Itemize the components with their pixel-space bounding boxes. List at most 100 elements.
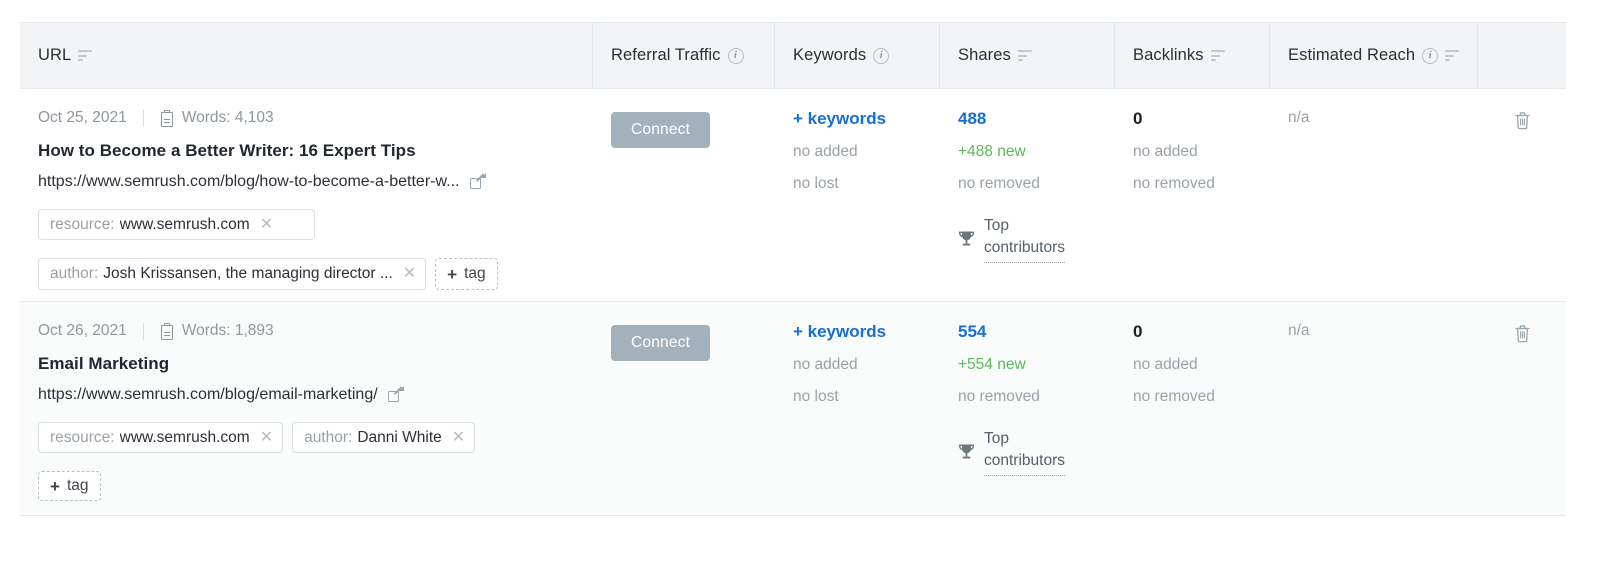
estimated-reach-value: n/a — [1288, 322, 1310, 339]
divider — [142, 322, 144, 340]
cell-estimated-reach: n/a — [1270, 302, 1478, 515]
row-meta: Oct 25, 2021 Words: 4,103 — [38, 109, 575, 127]
top-contributors-line1: Top — [984, 217, 1009, 234]
top-contributors-line2: contributors — [984, 239, 1065, 257]
external-link-icon[interactable] — [387, 388, 402, 402]
column-header-keywords[interactable]: Keywords i — [775, 23, 940, 88]
tag-remove-icon[interactable]: ✕ — [260, 429, 273, 446]
tag-chip[interactable]: author: Josh Krissansen, the managing di… — [38, 258, 427, 290]
article-url[interactable]: https://www.semrush.com/blog/email-marke… — [38, 386, 378, 404]
add-tag-label: tag — [66, 477, 89, 495]
backlinks-removed: no removed — [1133, 388, 1215, 405]
trophy-icon — [958, 443, 975, 461]
column-header-referral-traffic[interactable]: Referral Traffic i — [593, 23, 775, 88]
delete-icon[interactable] — [1514, 111, 1531, 130]
publish-date: Oct 26, 2021 — [38, 322, 127, 339]
tag-remove-icon[interactable]: ✕ — [452, 429, 465, 446]
top-contributors[interactable]: Top contributors — [958, 215, 1097, 263]
cell-referral-traffic: Connect — [593, 89, 775, 301]
keywords-lost: no lost — [793, 388, 839, 405]
shares-removed: no removed — [958, 388, 1040, 405]
add-tag-button[interactable]: + tag — [38, 471, 101, 502]
top-contributors-line1: Top — [984, 430, 1009, 447]
column-header-referral-traffic-label: Referral Traffic — [611, 46, 721, 64]
trophy-icon — [958, 230, 975, 248]
publish-date: Oct 25, 2021 — [38, 109, 127, 126]
article-url[interactable]: https://www.semrush.com/blog/how-to-beco… — [38, 173, 460, 191]
add-keywords-link[interactable]: + keywords — [793, 109, 922, 129]
shares-removed: no removed — [958, 175, 1040, 192]
info-icon[interactable]: i — [873, 47, 890, 64]
info-icon[interactable]: i — [727, 47, 744, 64]
divider — [142, 109, 144, 127]
tag-list: resource: www.semrush.com ✕ author: Josh… — [38, 209, 575, 290]
tag-value: www.semrush.com — [119, 429, 250, 446]
cell-keywords: + keywords no added no lost — [775, 89, 940, 301]
add-tag-label: tag — [464, 265, 486, 283]
cell-shares: 554 +554 new no removed Top contributors — [940, 302, 1115, 515]
backlinks-count: 0 — [1133, 322, 1143, 341]
add-keywords-link[interactable]: + keywords — [793, 322, 922, 342]
sort-icon[interactable] — [1210, 49, 1226, 62]
shares-count[interactable]: 554 — [958, 322, 1097, 342]
tag-key: author: — [50, 265, 99, 283]
content-table: URL Referral Traffic i Keywords i Shares… — [20, 22, 1566, 516]
connect-button[interactable]: Connect — [611, 112, 711, 148]
screenshot-root: URL Referral Traffic i Keywords i Shares… — [0, 0, 1600, 570]
column-header-actions — [1478, 23, 1566, 88]
cell-url: Oct 26, 2021 Words: 1,893 Email Marketin… — [20, 302, 593, 515]
table-row: Oct 25, 2021 Words: 4,103 How to Become … — [20, 89, 1566, 302]
plus-icon: + — [50, 476, 60, 496]
top-contributors-line2: contributors — [984, 452, 1065, 470]
sort-icon[interactable] — [1017, 49, 1033, 62]
tag-remove-icon[interactable]: ✕ — [260, 216, 273, 233]
backlinks-added: no added — [1133, 143, 1198, 160]
sort-icon[interactable] — [1445, 49, 1460, 62]
row-meta: Oct 26, 2021 Words: 1,893 — [38, 322, 575, 340]
top-contributors[interactable]: Top contributors — [958, 428, 1097, 476]
column-header-backlinks[interactable]: Backlinks — [1115, 23, 1270, 88]
tag-list: resource: www.semrush.com ✕ author: Dann… — [38, 422, 575, 502]
cell-backlinks: 0 no added no removed — [1115, 302, 1270, 515]
column-header-shares[interactable]: Shares — [940, 23, 1115, 88]
info-icon[interactable]: i — [1422, 47, 1439, 64]
shares-new: +488 new — [958, 143, 1026, 160]
backlinks-added: no added — [1133, 356, 1198, 373]
cell-actions — [1478, 89, 1566, 301]
column-header-url[interactable]: URL — [20, 23, 593, 88]
plus-icon: + — [447, 264, 458, 284]
top-contributors-label: Top contributors — [984, 428, 1065, 476]
tag-remove-icon[interactable]: ✕ — [403, 266, 416, 282]
keywords-added: no added — [793, 356, 858, 373]
column-header-estimated-reach[interactable]: Estimated Reach i — [1270, 23, 1478, 88]
tag-chip[interactable]: author: Danni White ✕ — [292, 422, 476, 454]
tag-key: resource: — [50, 429, 115, 446]
column-header-shares-label: Shares — [958, 46, 1011, 64]
shares-new: +554 new — [958, 356, 1026, 373]
external-link-icon[interactable] — [469, 175, 484, 189]
shares-count[interactable]: 488 — [958, 109, 1097, 129]
connect-button[interactable]: Connect — [611, 325, 711, 361]
delete-icon[interactable] — [1514, 324, 1531, 343]
article-url-line: https://www.semrush.com/blog/email-marke… — [38, 386, 575, 404]
sort-icon[interactable] — [78, 49, 93, 62]
cell-actions — [1478, 302, 1566, 515]
add-tag-button[interactable]: + tag — [435, 258, 498, 290]
tag-chip[interactable]: resource: www.semrush.com ✕ — [38, 422, 284, 454]
tag-chip[interactable]: resource: www.semrush.com ✕ — [38, 209, 315, 241]
cell-referral-traffic: Connect — [593, 302, 775, 515]
backlinks-count: 0 — [1133, 109, 1143, 128]
table-row: Oct 26, 2021 Words: 1,893 Email Marketin… — [20, 302, 1566, 515]
cell-estimated-reach: n/a — [1270, 89, 1478, 301]
article-title[interactable]: How to Become a Better Writer: 16 Expert… — [38, 141, 575, 161]
cell-shares: 488 +488 new no removed Top contributors — [940, 89, 1115, 301]
document-icon — [160, 322, 174, 340]
column-header-backlinks-label: Backlinks — [1133, 46, 1204, 64]
cell-backlinks: 0 no added no removed — [1115, 89, 1270, 301]
top-contributors-label: Top contributors — [984, 215, 1065, 263]
tag-value: Danni White — [357, 429, 442, 446]
article-title[interactable]: Email Marketing — [38, 354, 575, 374]
keywords-added: no added — [793, 143, 858, 160]
column-header-estimated-reach-label: Estimated Reach — [1288, 46, 1416, 64]
table-header-row: URL Referral Traffic i Keywords i Shares… — [20, 23, 1566, 89]
